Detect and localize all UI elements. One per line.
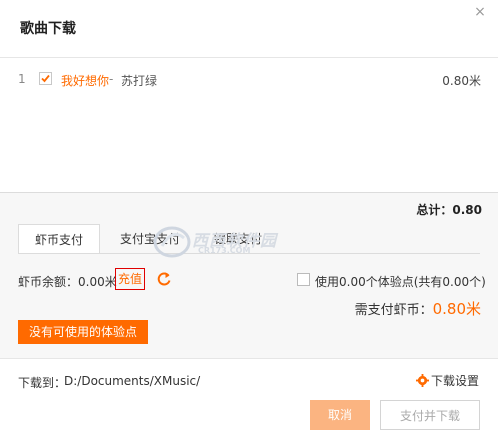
- use-experience-label[interactable]: 使用0.00个体验点(共有0.00个): [315, 273, 486, 290]
- use-experience-checkbox[interactable]: [297, 273, 310, 286]
- recharge-link[interactable]: 充值: [115, 268, 145, 290]
- song-index: 1: [18, 72, 26, 86]
- song-title-link[interactable]: 我好想你: [61, 72, 109, 89]
- cancel-button[interactable]: 取消: [310, 400, 370, 430]
- download-dialog: 歌曲下载 × 1 我好想你 - 苏打绿 0.80米 总计：0.80 虾币支付 支…: [0, 0, 498, 447]
- watermark-logo: 西西软件园 CR173.COM: [152, 224, 302, 262]
- title-divider: [0, 57, 498, 58]
- watermark-icon: [153, 226, 191, 258]
- need-pay-text: 需支付虾币：0.80米: [355, 298, 481, 319]
- need-pay-amount: 0.80米: [432, 300, 481, 318]
- balance-label: 虾币余额：0.00米: [18, 275, 117, 289]
- close-icon[interactable]: ×: [472, 4, 488, 20]
- download-to-label: 下载到：: [18, 376, 67, 390]
- refresh-icon[interactable]: [156, 271, 172, 287]
- song-price: 0.80米: [442, 74, 481, 88]
- no-experience-button[interactable]: 没有可使用的体验点: [18, 320, 148, 344]
- need-pay-label: 需支付虾币：: [354, 303, 433, 318]
- total-amount: 总计：0.80: [416, 203, 482, 217]
- song-artist: 苏打绿: [121, 74, 158, 88]
- dialog-title: 歌曲下载: [20, 21, 76, 37]
- download-settings-link[interactable]: 下载设置: [415, 372, 479, 389]
- download-settings-label: 下载设置: [430, 374, 479, 388]
- gear-icon: [415, 374, 429, 387]
- tab-shrimp-coin[interactable]: 虾币支付: [18, 224, 100, 254]
- song-checkbox[interactable]: [39, 72, 52, 85]
- footer-divider: [0, 358, 498, 359]
- song-list-item: 1 我好想你 - 苏打绿 0.80米: [0, 70, 498, 90]
- check-icon: [41, 74, 50, 83]
- song-separator: -: [109, 72, 114, 86]
- pay-and-download-button[interactable]: 支付并下载: [380, 400, 480, 430]
- download-path: D:/Documents/XMusic/: [64, 374, 201, 388]
